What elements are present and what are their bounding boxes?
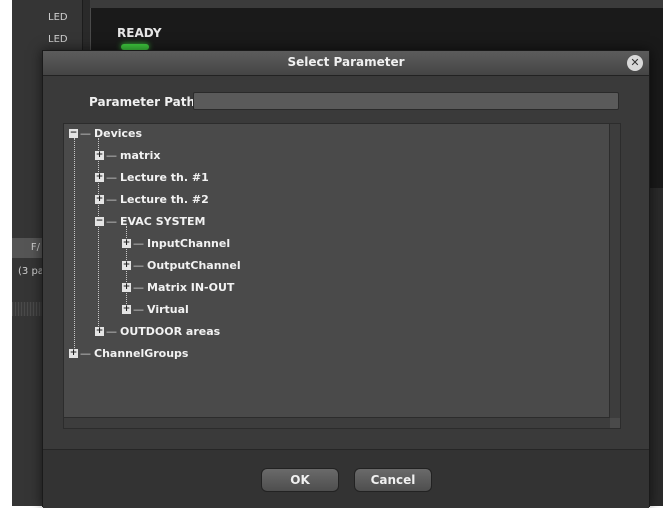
led-label: LED	[48, 34, 68, 45]
tree-dash: —	[106, 215, 117, 228]
tree-dash: —	[106, 325, 117, 338]
expand-icon[interactable]: +	[95, 172, 104, 182]
tree-node-outputchannel[interactable]: + — OutputChannel	[122, 256, 241, 276]
horizontal-scrollbar[interactable]	[64, 417, 610, 428]
tree-node-label: OUTDOOR areas	[120, 325, 221, 338]
tree-dash: —	[80, 347, 91, 360]
tree-node-label: Virtual	[147, 303, 189, 316]
led-label: LED	[48, 12, 68, 23]
parameter-tree[interactable]: − — Devices + — matrix + — Lecture th. #1 + — Le…	[63, 123, 621, 429]
select-parameter-dialog: Select Parameter ✕ Parameter Path − — Devi…	[42, 50, 650, 508]
close-circle-icon[interactable]: ✕	[627, 55, 643, 71]
expand-icon[interactable]: +	[95, 194, 104, 204]
dialog-footer: OK Cancel	[43, 449, 649, 508]
expand-icon[interactable]: +	[95, 150, 104, 160]
tree-node-devices[interactable]: − — Devices	[69, 124, 142, 144]
tree-dash: —	[133, 281, 144, 294]
tree-node-label: OutputChannel	[147, 259, 241, 272]
tree-dash: —	[133, 259, 144, 272]
tree-dash: —	[106, 149, 117, 162]
vertical-scrollbar[interactable]	[609, 124, 620, 418]
tree-dash: —	[80, 127, 91, 140]
expand-icon[interactable]: +	[95, 326, 104, 336]
expand-icon[interactable]: +	[122, 238, 131, 248]
tree-dash: —	[133, 303, 144, 316]
tree-dash: —	[106, 171, 117, 184]
expand-icon[interactable]: +	[122, 304, 131, 314]
parameter-path-input[interactable]	[193, 92, 619, 110]
tree-node-label: matrix	[120, 149, 161, 162]
tree-node-label: ChannelGroups	[94, 347, 189, 360]
tree-connector-line	[74, 138, 75, 356]
dialog-title: Select Parameter	[287, 55, 405, 69]
background-side-tab[interactable]: F/	[12, 238, 42, 258]
tree-node-channelgroups[interactable]: + — ChannelGroups	[69, 344, 188, 364]
expand-icon[interactable]: +	[122, 260, 131, 270]
tree-node-label: EVAC SYSTEM	[120, 215, 206, 228]
expand-icon[interactable]: +	[69, 348, 78, 358]
tree-node-evac-system[interactable]: − — EVAC SYSTEM	[95, 212, 205, 232]
ok-button[interactable]: OK	[261, 468, 339, 492]
cancel-button[interactable]: Cancel	[354, 468, 432, 492]
tree-node-lecture-th-1[interactable]: + — Lecture th. #1	[95, 168, 209, 188]
ready-status-label: READY	[117, 26, 162, 40]
background-top-strip	[90, 0, 663, 8]
collapse-icon[interactable]: −	[95, 216, 104, 226]
tree-node-virtual[interactable]: + — Virtual	[122, 300, 189, 320]
tree-node-inputchannel[interactable]: + — InputChannel	[122, 234, 230, 254]
tree-node-outdoor-areas[interactable]: + — OUTDOOR areas	[95, 322, 220, 342]
tree-node-matrix[interactable]: + — matrix	[95, 146, 160, 166]
tree-node-label: Lecture th. #2	[120, 193, 209, 206]
background-side-info: (3 pa	[18, 266, 44, 277]
tree-node-lecture-th-2[interactable]: + — Lecture th. #2	[95, 190, 209, 210]
parameter-path-label: Parameter Path	[89, 95, 196, 109]
dialog-titlebar[interactable]: Select Parameter ✕	[43, 51, 649, 76]
tree-node-label: Devices	[94, 127, 143, 140]
tree-node-label: InputChannel	[147, 237, 231, 250]
tree-node-label: Lecture th. #1	[120, 171, 209, 184]
tree-dash: —	[106, 193, 117, 206]
background-grid-strip	[12, 302, 42, 316]
tree-node-matrix-in-out[interactable]: + — Matrix IN-OUT	[122, 278, 234, 298]
tree-dash: —	[133, 237, 144, 250]
collapse-icon[interactable]: −	[69, 128, 78, 138]
expand-icon[interactable]: +	[122, 282, 131, 292]
tree-node-label: Matrix IN-OUT	[147, 281, 235, 294]
